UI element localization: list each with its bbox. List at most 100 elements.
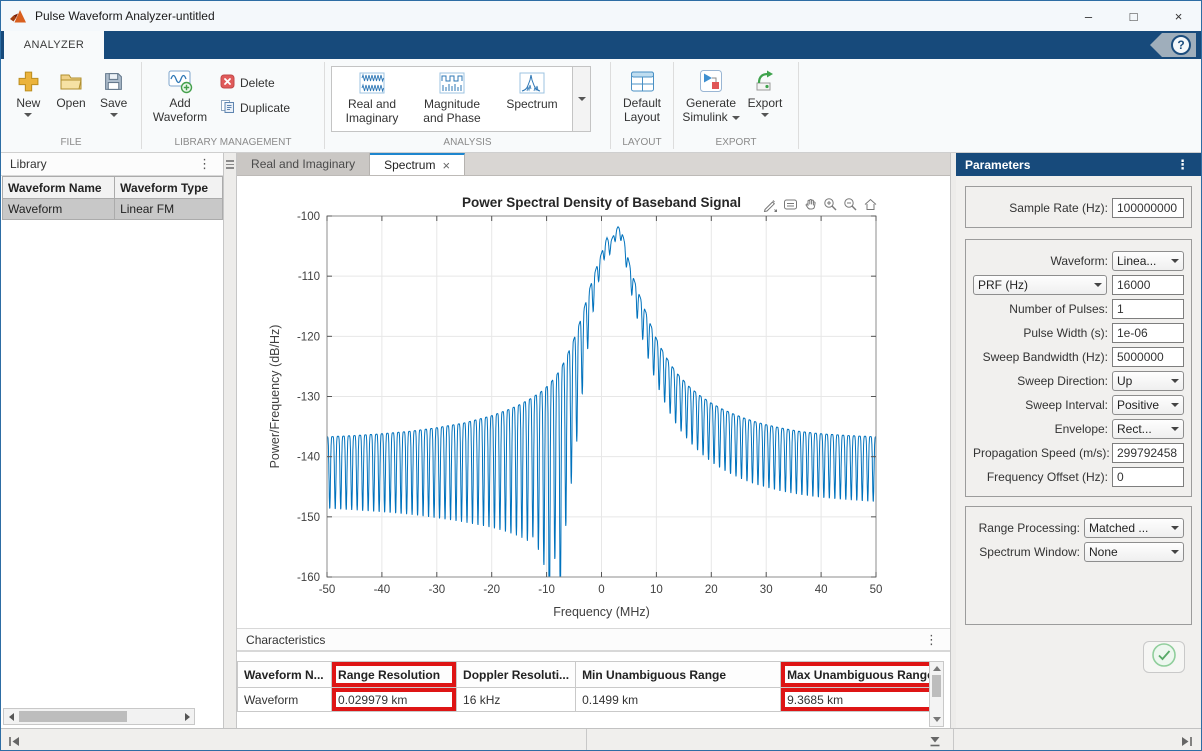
y-tick-label: -140 xyxy=(297,452,320,464)
dropdown-value: PRF (Hz) xyxy=(978,278,1028,292)
collapse-down-icon[interactable] xyxy=(929,734,941,751)
column-header[interactable]: Range Resolution xyxy=(332,662,457,688)
scroll-right-arrow-icon[interactable] xyxy=(180,709,194,724)
default-layout-button[interactable]: Default Layout xyxy=(617,64,667,124)
collapse-left-icon[interactable] xyxy=(8,734,20,751)
duplicate-button[interactable]: Duplicate xyxy=(220,99,290,117)
pan-hand-icon[interactable] xyxy=(803,197,818,212)
brush-export-icon[interactable] xyxy=(763,197,778,212)
save-label: Save xyxy=(100,96,127,110)
param-label: Sweep Direction: xyxy=(973,374,1112,388)
column-header[interactable]: Waveform N... xyxy=(238,662,332,688)
generate-simulink-button[interactable]: Generate Simulink xyxy=(680,64,742,124)
add-waveform-label: Add xyxy=(169,96,190,110)
tab-label: Spectrum xyxy=(384,158,435,172)
dropdown[interactable]: Rect... xyxy=(1112,419,1184,439)
sample-rate-input[interactable]: 100000000 xyxy=(1112,198,1184,218)
help-button[interactable]: ? xyxy=(1150,33,1196,57)
library-horizontal-scrollbar[interactable] xyxy=(3,708,195,725)
zoom-out-icon[interactable] xyxy=(843,197,858,212)
characteristics-panel-title: Characteristics xyxy=(246,633,325,647)
dropdown[interactable]: Positive xyxy=(1112,395,1184,415)
dropdown[interactable]: None xyxy=(1084,542,1184,562)
ribbon-section-analysis-label: ANALYSIS xyxy=(325,136,610,152)
scroll-down-arrow-icon[interactable] xyxy=(933,717,941,722)
minimize-button[interactable]: – xyxy=(1066,1,1111,31)
characteristics-vertical-scrollbar[interactable] xyxy=(929,661,944,727)
ribbon-group-layout: Default Layout LAYOUT xyxy=(611,59,673,152)
collapse-right-icon[interactable] xyxy=(1181,734,1193,751)
add-waveform-button[interactable]: Add Waveform xyxy=(148,64,212,124)
restore-home-icon[interactable] xyxy=(863,197,878,212)
tab-spectrum[interactable]: Spectrum × xyxy=(370,153,465,175)
input-field[interactable]: 299792458 xyxy=(1112,443,1184,463)
dropdown-value: Up xyxy=(1117,374,1132,388)
table-cell[interactable]: 0.1499 km xyxy=(576,688,781,712)
title-bar: Pulse Waveform Analyzer-untitled – □ × xyxy=(1,1,1201,31)
column-header[interactable]: Waveform Type xyxy=(115,177,223,199)
apply-button[interactable] xyxy=(1143,641,1185,673)
characteristics-menu-button[interactable]: ⋮ xyxy=(922,635,941,645)
export-button[interactable]: Export xyxy=(742,64,788,117)
param-row: Sweep Direction: Up xyxy=(973,369,1184,393)
splitter-grip-icon[interactable] xyxy=(226,158,234,171)
tab-real-and-imaginary[interactable]: Real and Imaginary xyxy=(237,153,370,175)
save-icon xyxy=(103,66,124,96)
note-icon[interactable] xyxy=(783,197,798,212)
table-cell[interactable]: 9.3685 km xyxy=(781,688,941,712)
input-field[interactable]: 1e-06 xyxy=(1112,323,1184,343)
parameters-panel-title: Parameters xyxy=(965,158,1030,172)
document-tab-bar: Real and Imaginary Spectrum × xyxy=(237,153,950,176)
center-panel: Real and Imaginary Spectrum × -50-40-30-… xyxy=(236,153,951,728)
save-button[interactable]: Save xyxy=(92,64,135,117)
table-cell[interactable]: Waveform xyxy=(3,199,115,220)
input-field[interactable]: 0 xyxy=(1112,467,1184,487)
dropdown[interactable]: Linea... xyxy=(1112,251,1184,271)
gallery-dropdown-button[interactable] xyxy=(572,67,590,131)
column-header[interactable]: Max Unambiguous Range xyxy=(781,662,941,688)
table-cell[interactable]: Linear FM xyxy=(115,199,223,220)
table-cell[interactable]: 16 kHz xyxy=(457,688,576,712)
scrollbar-thumb[interactable] xyxy=(932,675,941,697)
library-empty-area xyxy=(1,220,223,708)
tab-analyzer[interactable]: ANALYZER xyxy=(4,31,104,59)
bottom-status-bar xyxy=(1,728,1201,750)
close-button[interactable]: × xyxy=(1156,1,1201,31)
dropdown[interactable]: Up xyxy=(1112,371,1184,391)
param-row: Spectrum Window:None xyxy=(973,540,1184,564)
input-field[interactable]: 1 xyxy=(1112,299,1184,319)
column-header[interactable]: Min Unambiguous Range xyxy=(576,662,781,688)
param-label: Range Processing: xyxy=(973,521,1084,535)
scroll-left-arrow-icon[interactable] xyxy=(4,709,18,724)
table-row[interactable]: WaveformLinear FM xyxy=(3,199,223,220)
column-header[interactable]: Waveform Name xyxy=(3,177,115,199)
left-splitter[interactable] xyxy=(224,153,236,728)
scroll-up-arrow-icon[interactable] xyxy=(933,666,941,671)
table-row[interactable]: Waveform0.029979 km16 kHz0.1499 km9.3685… xyxy=(238,688,941,712)
delete-button[interactable]: Delete xyxy=(220,74,290,92)
close-tab-icon[interactable]: × xyxy=(442,158,450,173)
input-field[interactable]: 16000 xyxy=(1112,275,1184,295)
param-row: Sweep Bandwidth (Hz):5000000 xyxy=(973,345,1184,369)
real-imaginary-button[interactable]: Real and Imaginary xyxy=(332,67,412,131)
parameters-menu-button[interactable]: ⋮ xyxy=(1173,160,1192,170)
ribbon-section-layout-label: LAYOUT xyxy=(611,136,673,152)
open-button[interactable]: Open xyxy=(50,64,93,110)
zoom-in-icon[interactable] xyxy=(823,197,838,212)
spectrum-button[interactable]: Spectrum xyxy=(492,67,572,131)
y-tick-label: -100 xyxy=(297,211,320,223)
input-field[interactable]: 5000000 xyxy=(1112,347,1184,367)
column-header[interactable]: Doppler Resoluti... xyxy=(457,662,576,688)
dropdown[interactable]: PRF (Hz) xyxy=(973,275,1107,295)
scrollbar-thumb[interactable] xyxy=(19,711,127,722)
ribbon-separator xyxy=(798,62,799,149)
maximize-button[interactable]: □ xyxy=(1111,1,1156,31)
new-button[interactable]: New xyxy=(7,64,50,117)
table-cell[interactable]: 0.029979 km xyxy=(332,688,457,712)
library-menu-button[interactable]: ⋮ xyxy=(195,159,214,169)
table-cell[interactable]: Waveform xyxy=(238,688,332,712)
magnitude-phase-button[interactable]: Magnitude and Phase xyxy=(412,67,492,131)
bottom-bar-divider xyxy=(953,729,954,750)
dropdown[interactable]: Matched ... xyxy=(1084,518,1184,538)
magnitude-phase-label2: and Phase xyxy=(423,111,480,125)
